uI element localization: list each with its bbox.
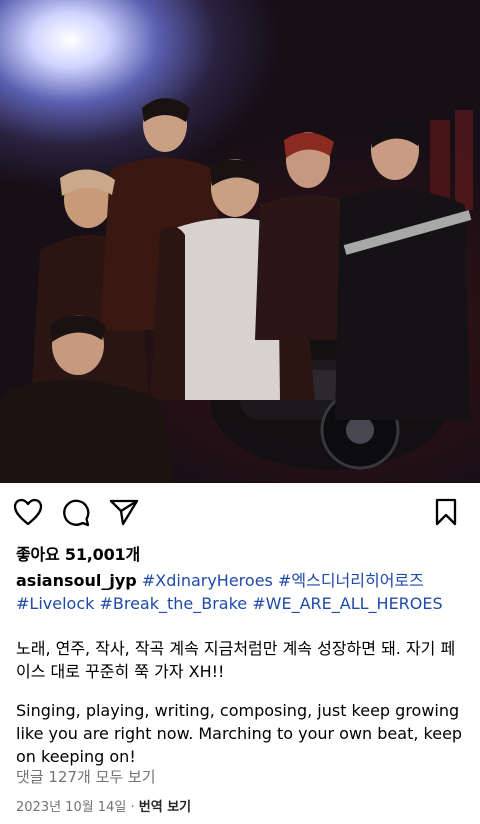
post-date: 2023년 10월 14일 [16, 800, 127, 815]
like-button[interactable] [12, 498, 44, 530]
action-bar [0, 490, 480, 536]
hashtag-link[interactable]: #엑스디너리히어로즈 [278, 571, 424, 590]
group-photo-illustration [0, 98, 473, 483]
translate-link[interactable]: 번역 보기 [139, 800, 191, 815]
comment-button[interactable] [60, 498, 92, 530]
likes-count[interactable]: 좋아요 51,001개 [16, 541, 140, 565]
caption-korean: 노래, 연주, 작사, 작곡 계속 지금처럼만 계속 성장하면 돼. 자기 페이… [16, 639, 456, 681]
caption-header: asiansoul_jyp #XdinaryHeroes #엑스디너리히어로즈 … [16, 569, 468, 615]
caption-english: Singing, playing, writing, composing, ju… [16, 701, 463, 766]
send-icon [109, 498, 139, 530]
share-button[interactable] [108, 498, 140, 530]
post-image[interactable] [0, 0, 480, 483]
username-link[interactable]: asiansoul_jyp [16, 571, 137, 590]
hashtag-link[interactable]: #Livelock [16, 594, 94, 613]
bookmark-icon [434, 498, 458, 530]
post-meta: 2023년 10월 14일 · 번역 보기 [16, 796, 191, 815]
meta-separator: · [130, 800, 135, 815]
view-all-comments-link[interactable]: 댓글 127개 모두 보기 [16, 766, 156, 787]
hashtag-link[interactable]: #WE_ARE_ALL_HEROES [252, 594, 442, 613]
hashtag-link[interactable]: #XdinaryHeroes [142, 571, 273, 590]
comment-icon [61, 497, 91, 531]
save-button[interactable] [430, 498, 462, 530]
heart-icon [13, 498, 43, 530]
hashtag-link[interactable]: #Break_the_Brake [99, 594, 247, 613]
